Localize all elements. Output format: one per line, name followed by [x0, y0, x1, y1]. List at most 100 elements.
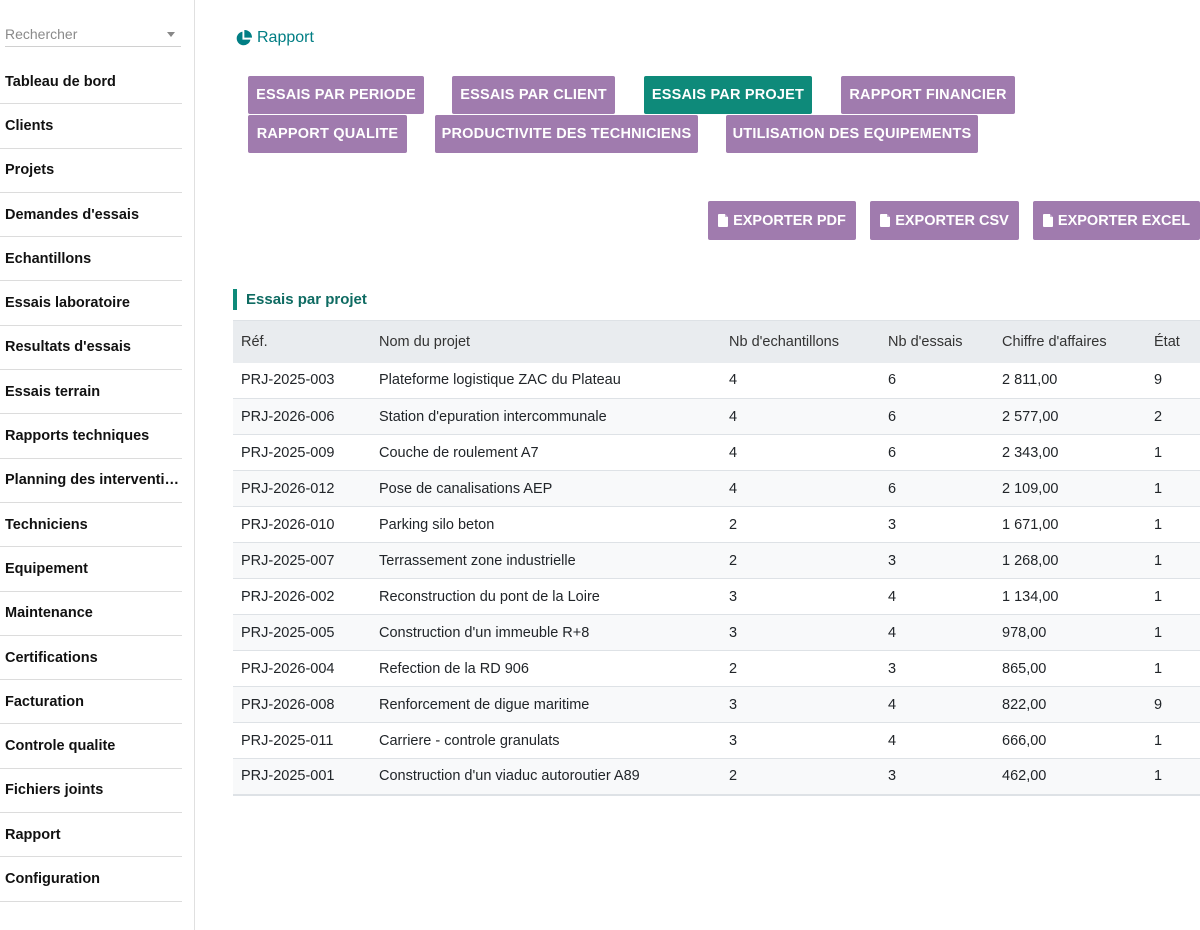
sidebar-item-essais-laboratoire[interactable]: Essais laboratoire	[0, 281, 182, 326]
export-button-pdf[interactable]: EXPORTER PDF	[708, 201, 856, 240]
sidebar-item-rapport[interactable]: Rapport	[0, 813, 182, 858]
column-header-sample-count[interactable]: Nb d'echantillons	[721, 320, 880, 363]
sidebar-item-label: Rapports techniques	[5, 428, 150, 445]
cell-project-name: Station d'epuration intercommunale	[379, 408, 607, 425]
report-button-productivite-des-techniciens[interactable]: PRODUCTIVITE DES TECHNICIENS	[435, 115, 698, 153]
table-row[interactable]: PRJ-2025-007 Terrassement zone industriel…	[233, 542, 1200, 579]
sidebar-item-facturation[interactable]: Facturation	[0, 680, 182, 725]
cell-revenue: 865,00	[1002, 660, 1047, 677]
breadcrumb[interactable]: Rapport	[235, 29, 314, 47]
search-box[interactable]	[5, 22, 181, 47]
column-header-revenue[interactable]: Chiffre d'affaires	[994, 320, 1146, 363]
cell-revenue: 1 671,00	[1002, 516, 1059, 533]
sidebar: Tableau de bord Clients Projets Demandes d'…	[0, 0, 195, 930]
cell-project-name: Couche de roulement A7	[379, 444, 539, 461]
cell-test-count: 3	[888, 660, 897, 677]
sidebar-item-projets[interactable]: Projets	[0, 149, 182, 193]
cell-status: 1	[1154, 624, 1163, 641]
column-header-ref[interactable]: Réf.	[233, 320, 371, 363]
sidebar-item-configuration[interactable]: Configuration	[0, 857, 182, 902]
sidebar-item-planning-des-interventi[interactable]: Planning des interventi…	[0, 459, 182, 503]
sidebar-item-label: Controle qualite	[5, 738, 116, 755]
sidebar-item-label: Maintenance	[5, 605, 93, 622]
cell-ref: PRJ-2025-009	[241, 444, 335, 461]
sidebar-item-label: Facturation	[5, 693, 84, 710]
sidebar-item-label: Fichiers joints	[5, 782, 104, 799]
cell-ref: PRJ-2025-007	[241, 552, 335, 569]
export-button-label: EXPORTER PDF	[733, 212, 846, 229]
sidebar-item-echantillons[interactable]: Echantillons	[0, 237, 182, 282]
section-title: Essais par projet	[233, 289, 367, 310]
cell-test-count: 6	[888, 408, 897, 425]
cell-revenue: 2 577,00	[1002, 408, 1059, 425]
sidebar-item-label: Resultats d'essais	[5, 339, 131, 356]
file-csv-icon	[880, 214, 891, 227]
table-row[interactable]: PRJ-2026-002 Reconstruction du pont de la…	[233, 579, 1200, 615]
table-row[interactable]: PRJ-2026-004 Refection de la RD 906 2 3 865,…	[233, 651, 1200, 687]
cell-sample-count: 4	[729, 444, 738, 461]
sidebar-item-maintenance[interactable]: Maintenance	[0, 592, 182, 636]
sidebar-item-demandes-d-essais[interactable]: Demandes d'essais	[0, 193, 182, 238]
cell-project-name: Construction d'un immeuble R+8	[379, 624, 590, 641]
table-row[interactable]: PRJ-2026-012 Pose de canalisations AEP 4 6 2…	[233, 470, 1200, 507]
sidebar-item-essais-terrain[interactable]: Essais terrain	[0, 370, 182, 415]
export-button-excel[interactable]: EXPORTER EXCEL	[1033, 201, 1200, 240]
table-row[interactable]: PRJ-2025-003 Plateforme logistique ZAC du…	[233, 363, 1200, 399]
sidebar-item-label: Projets	[5, 162, 55, 179]
cell-ref: PRJ-2026-006	[241, 408, 335, 425]
table-row[interactable]: PRJ-2025-011 Carriere - controle granulat…	[233, 723, 1200, 759]
cell-sample-count: 4	[729, 408, 738, 425]
sidebar-item-tableau-de-bord[interactable]: Tableau de bord	[0, 60, 182, 105]
cell-sample-count: 2	[729, 660, 738, 677]
table-row[interactable]: PRJ-2025-001 Construction d'un viaduc aut…	[233, 758, 1200, 795]
report-button-essais-par-projet[interactable]: ESSAIS PAR PROJET	[644, 76, 812, 114]
cell-ref: PRJ-2026-012	[241, 480, 335, 497]
chevron-down-icon[interactable]	[167, 32, 175, 37]
table-row[interactable]: PRJ-2026-010 Parking silo beton 2 3 1 671,00…	[233, 507, 1200, 543]
cell-test-count: 3	[888, 768, 897, 785]
cell-test-count: 4	[888, 588, 897, 605]
sidebar-item-clients[interactable]: Clients	[0, 104, 182, 149]
report-button-essais-par-client[interactable]: ESSAIS PAR CLIENT	[452, 76, 615, 114]
cell-status: 1	[1154, 444, 1163, 461]
cell-status: 1	[1154, 552, 1163, 569]
cell-sample-count: 3	[729, 732, 738, 749]
report-button-rapport-qualite[interactable]: RAPPORT QUALITE	[248, 115, 407, 153]
sidebar-item-controle-qualite[interactable]: Controle qualite	[0, 724, 182, 769]
sidebar-item-techniciens[interactable]: Techniciens	[0, 503, 182, 548]
column-header-status[interactable]: État	[1146, 320, 1200, 363]
report-button-rapport-financier[interactable]: RAPPORT FINANCIER	[841, 76, 1015, 114]
table-row[interactable]: PRJ-2026-006 Station d'epuration intercom…	[233, 398, 1200, 435]
sidebar-item-equipement[interactable]: Equipement	[0, 547, 182, 592]
sidebar-item-label: Essais terrain	[5, 383, 101, 400]
sidebar-item-label: Equipement	[5, 560, 88, 577]
report-button-essais-par-periode[interactable]: ESSAIS PAR PERIODE	[248, 76, 424, 114]
table-row[interactable]: PRJ-2025-009 Couche de roulement A7 4 6 2 34…	[233, 435, 1200, 471]
cell-revenue: 2 343,00	[1002, 444, 1059, 461]
breadcrumb-label: Rapport	[257, 29, 314, 46]
sidebar-item-label: Planning des interventi…	[5, 472, 180, 489]
cell-project-name: Reconstruction du pont de la Loire	[379, 588, 600, 605]
cell-sample-count: 2	[729, 516, 738, 533]
cell-status: 1	[1154, 516, 1163, 533]
cell-project-name: Construction d'un viaduc autoroutier A89	[379, 768, 640, 785]
cell-test-count: 4	[888, 624, 897, 641]
column-header-test-count[interactable]: Nb d'essais	[880, 320, 994, 363]
search-input[interactable]	[5, 22, 155, 42]
table-row[interactable]: PRJ-2025-005 Construction d'un immeuble R…	[233, 614, 1200, 651]
cell-revenue: 462,00	[1002, 768, 1047, 785]
sidebar-item-resultats-d-essais[interactable]: Resultats d'essais	[0, 326, 182, 371]
sidebar-item-rapports-techniques[interactable]: Rapports techniques	[0, 414, 182, 459]
table-row[interactable]: PRJ-2026-008 Renforcement de digue mariti…	[233, 686, 1200, 723]
cell-status: 9	[1154, 696, 1163, 713]
sidebar-item-label: Configuration	[5, 870, 101, 887]
report-button-utilisation-des-equipements[interactable]: UTILISATION DES EQUIPEMENTS	[726, 115, 978, 153]
cell-sample-count: 4	[729, 480, 738, 497]
cell-test-count: 3	[888, 516, 897, 533]
export-button-csv[interactable]: EXPORTER CSV	[870, 201, 1019, 240]
column-header-project-name[interactable]: Nom du projet	[371, 320, 721, 363]
sidebar-item-certifications[interactable]: Certifications	[0, 636, 182, 681]
cell-revenue: 2 109,00	[1002, 480, 1059, 497]
cell-revenue: 2 811,00	[1002, 372, 1058, 389]
sidebar-item-fichiers-joints[interactable]: Fichiers joints	[0, 769, 182, 814]
